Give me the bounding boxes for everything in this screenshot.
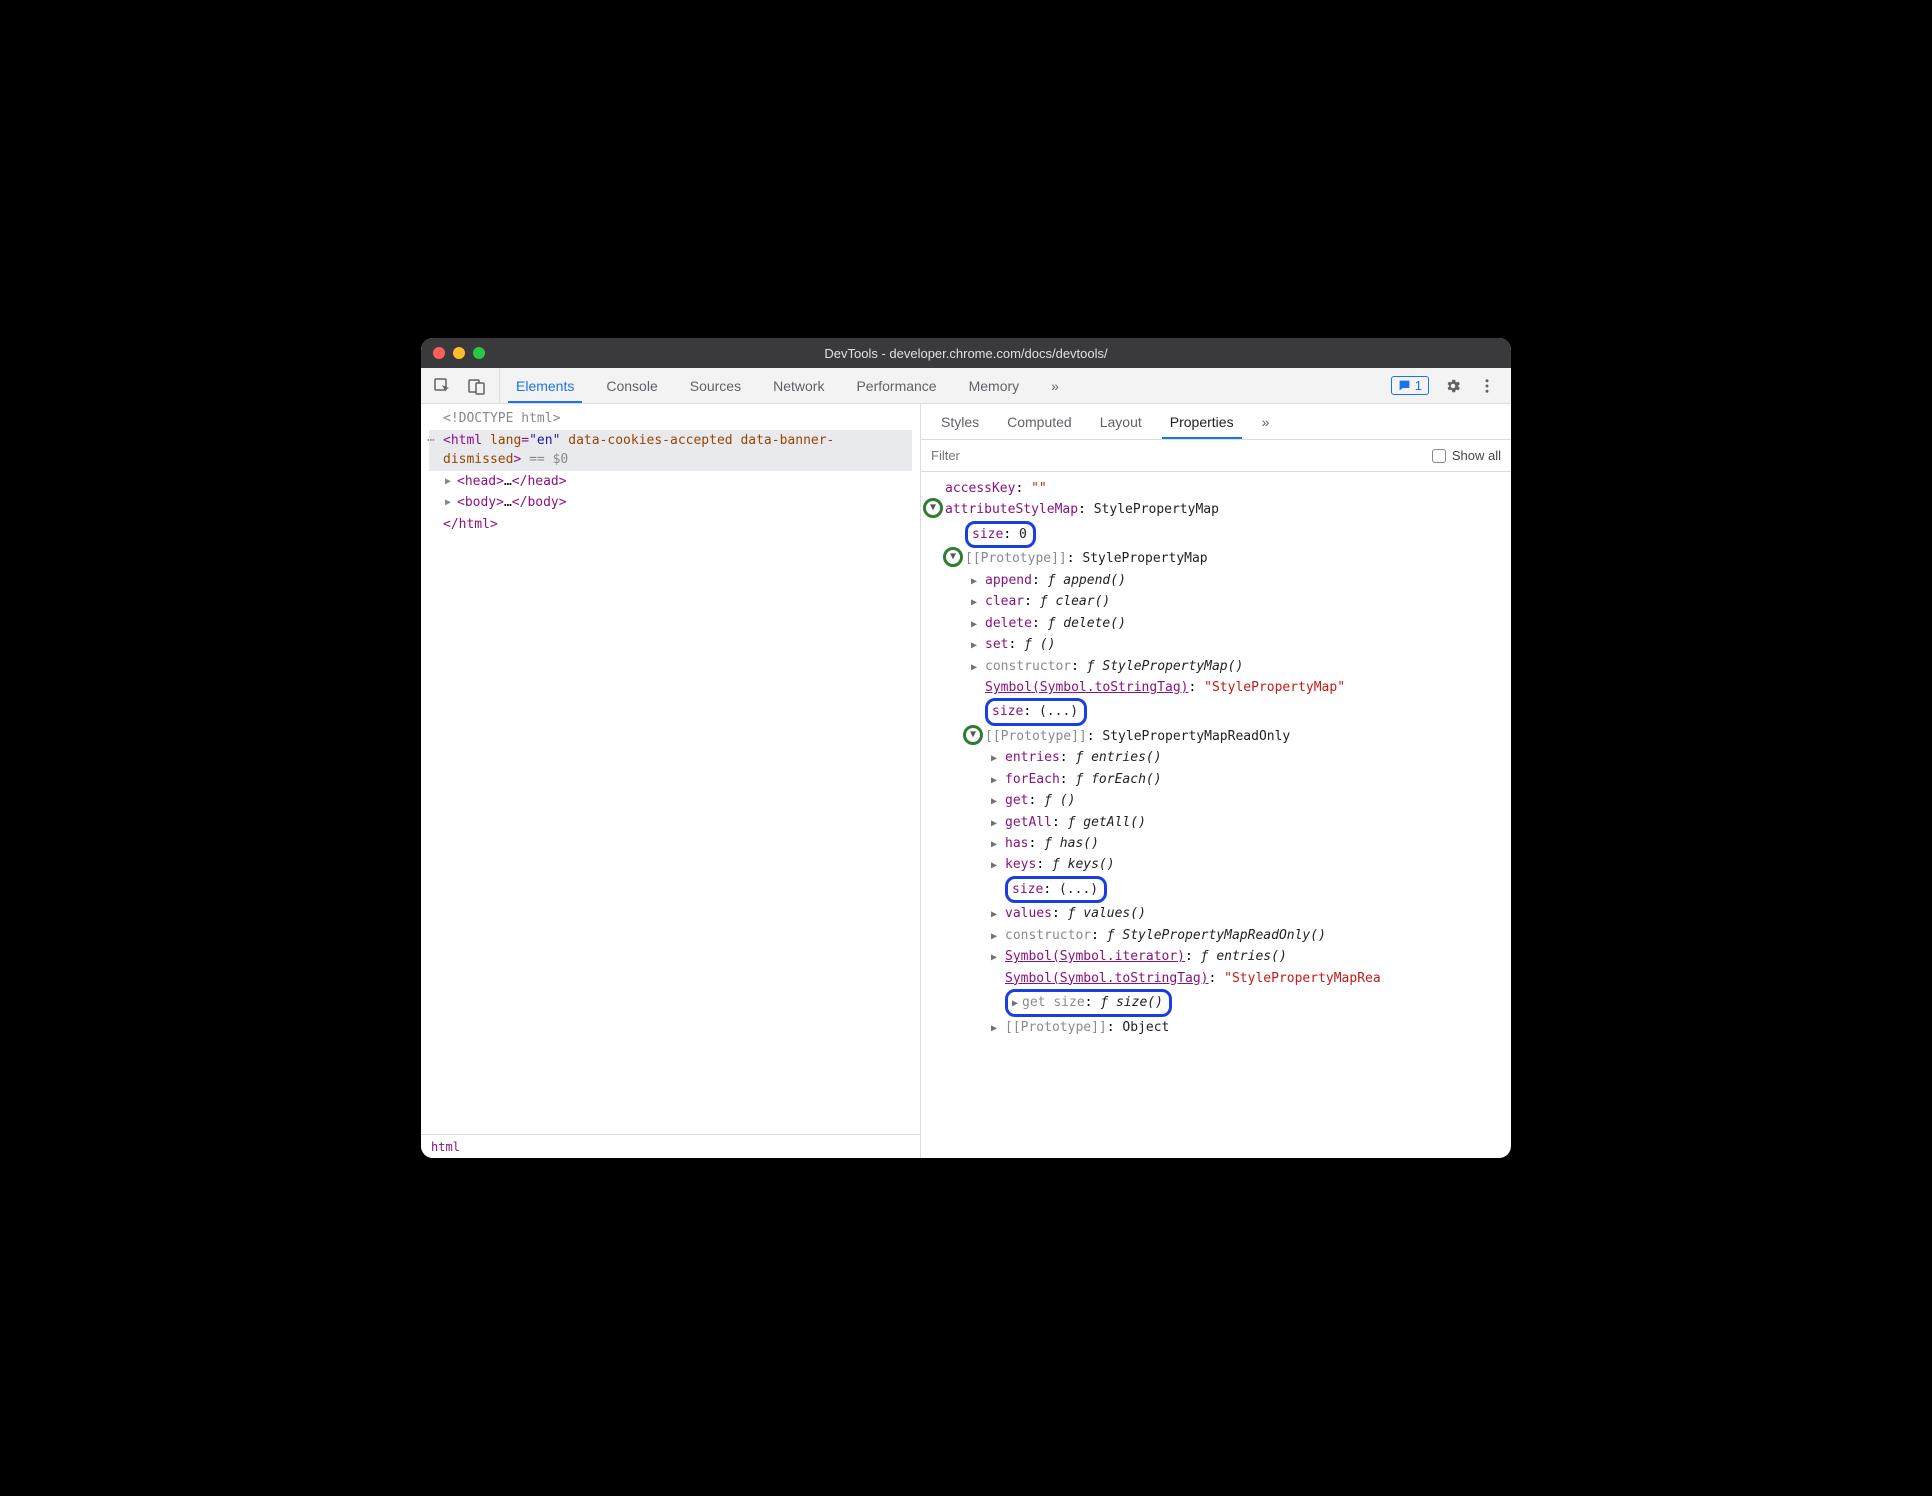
prop-symbol-tostring-2[interactable]: Symbol(Symbol.toStringTag): "StyleProper… bbox=[925, 968, 1507, 989]
highlight-box: ▶get size: ƒ size() bbox=[1005, 989, 1172, 1016]
tab-console[interactable]: Console bbox=[590, 368, 673, 403]
prop-entries[interactable]: ▶entries: ƒ entries() bbox=[925, 747, 1507, 768]
issues-badge[interactable]: 1 bbox=[1391, 376, 1429, 395]
prop-symbol-tostring-1[interactable]: Symbol(Symbol.toStringTag): "StyleProper… bbox=[925, 677, 1507, 698]
titlebar: DevTools - developer.chrome.com/docs/dev… bbox=[421, 338, 1511, 368]
tab-network[interactable]: Network bbox=[757, 368, 840, 403]
html-close-line[interactable]: </html> bbox=[429, 514, 912, 536]
show-all-label: Show all bbox=[1452, 448, 1501, 463]
prop-prototype-2[interactable]: ▼[[Prototype]]: StylePropertyMapReadOnly bbox=[925, 726, 1507, 747]
show-all-toggle[interactable]: Show all bbox=[1432, 448, 1501, 463]
main-toolbar: Elements Console Sources Network Perform… bbox=[421, 368, 1511, 404]
tab-memory[interactable]: Memory bbox=[953, 368, 1036, 403]
side-tab-more[interactable]: » bbox=[1248, 404, 1284, 439]
prop-clear[interactable]: ▶clear: ƒ clear() bbox=[925, 591, 1507, 612]
prop-prototype-1[interactable]: ▼[[Prototype]]: StylePropertyMap bbox=[925, 548, 1507, 569]
prop-constructor-2[interactable]: ▶constructor: ƒ StylePropertyMapReadOnly… bbox=[925, 925, 1507, 946]
highlight-box: size: 0 bbox=[965, 521, 1036, 548]
properties-tree[interactable]: accessKey: "" ▼attributeStyleMap: StyleP… bbox=[921, 472, 1511, 1158]
prop-append[interactable]: ▶append: ƒ append() bbox=[925, 570, 1507, 591]
prop-has[interactable]: ▶has: ƒ has() bbox=[925, 833, 1507, 854]
prop-accesskey[interactable]: accessKey: "" bbox=[925, 478, 1507, 499]
filter-bar: Show all bbox=[921, 440, 1511, 472]
window-title: DevTools - developer.chrome.com/docs/dev… bbox=[421, 346, 1511, 361]
prop-keys[interactable]: ▶keys: ƒ keys() bbox=[925, 854, 1507, 875]
prop-size-ellipsis-1[interactable]: size: (...) bbox=[925, 698, 1507, 725]
tab-sources[interactable]: Sources bbox=[674, 368, 757, 403]
prop-get[interactable]: ▶get: ƒ () bbox=[925, 790, 1507, 811]
prop-size-0[interactable]: size: 0 bbox=[925, 521, 1507, 548]
kebab-icon[interactable] bbox=[1477, 376, 1497, 396]
prop-size-ellipsis-2[interactable]: size: (...) bbox=[925, 876, 1507, 903]
side-tab-styles[interactable]: Styles bbox=[927, 404, 993, 439]
prop-get-size[interactable]: ▶get size: ƒ size() bbox=[925, 989, 1507, 1016]
traffic-lights bbox=[433, 347, 485, 359]
prop-values[interactable]: ▶values: ƒ values() bbox=[925, 903, 1507, 924]
html-open-line[interactable]: <html lang="en" data-cookies-accepted da… bbox=[429, 430, 912, 471]
breadcrumb[interactable]: html bbox=[421, 1134, 920, 1158]
prop-foreach[interactable]: ▶forEach: ƒ forEach() bbox=[925, 769, 1507, 790]
sidebar-pane: Styles Computed Layout Properties » Show… bbox=[921, 404, 1511, 1158]
minimize-button[interactable] bbox=[453, 347, 465, 359]
tab-performance[interactable]: Performance bbox=[840, 368, 952, 403]
prop-delete[interactable]: ▶delete: ƒ delete() bbox=[925, 613, 1507, 634]
content-area: <!DOCTYPE html> <html lang="en" data-coo… bbox=[421, 404, 1511, 1158]
settings-icon[interactable] bbox=[1443, 376, 1463, 396]
expand-marker-icon: ▼ bbox=[963, 725, 983, 745]
tab-elements[interactable]: Elements bbox=[500, 368, 590, 403]
zoom-button[interactable] bbox=[473, 347, 485, 359]
prop-symbol-iterator[interactable]: ▶Symbol(Symbol.iterator): ƒ entries() bbox=[925, 946, 1507, 967]
body-line[interactable]: ▶<body>…</body> bbox=[429, 492, 912, 514]
elements-pane: <!DOCTYPE html> <html lang="en" data-coo… bbox=[421, 404, 921, 1158]
prop-prototype-3[interactable]: ▶[[Prototype]]: Object bbox=[925, 1017, 1507, 1038]
doctype-line[interactable]: <!DOCTYPE html> bbox=[429, 408, 912, 430]
side-tab-computed[interactable]: Computed bbox=[993, 404, 1086, 439]
highlight-box: size: (...) bbox=[985, 698, 1087, 725]
expand-marker-icon: ▼ bbox=[943, 547, 963, 567]
dom-tree[interactable]: <!DOCTYPE html> <html lang="en" data-coo… bbox=[421, 404, 920, 1134]
device-toggle-icon[interactable] bbox=[467, 376, 487, 396]
expand-marker-icon: ▼ bbox=[923, 498, 943, 518]
close-button[interactable] bbox=[433, 347, 445, 359]
prop-set[interactable]: ▶set: ƒ () bbox=[925, 634, 1507, 655]
tab-more[interactable]: » bbox=[1035, 368, 1075, 403]
side-tab-properties[interactable]: Properties bbox=[1156, 404, 1248, 439]
prop-attributestylemap[interactable]: ▼attributeStyleMap: StylePropertyMap bbox=[925, 499, 1507, 520]
toolbar-right: 1 bbox=[1377, 368, 1511, 403]
head-line[interactable]: ▶<head>…</head> bbox=[429, 471, 912, 493]
side-tabs: Styles Computed Layout Properties » bbox=[921, 404, 1511, 440]
devtools-window: DevTools - developer.chrome.com/docs/dev… bbox=[421, 338, 1511, 1158]
filter-input[interactable] bbox=[931, 448, 1422, 463]
main-tabs: Elements Console Sources Network Perform… bbox=[500, 368, 1377, 403]
highlight-box: size: (...) bbox=[1005, 876, 1107, 903]
issues-count: 1 bbox=[1415, 378, 1422, 393]
prop-constructor-1[interactable]: ▶constructor: ƒ StylePropertyMap() bbox=[925, 656, 1507, 677]
show-all-checkbox[interactable] bbox=[1432, 449, 1446, 463]
side-tab-layout[interactable]: Layout bbox=[1086, 404, 1156, 439]
inspect-icon[interactable] bbox=[433, 376, 453, 396]
tool-icons bbox=[421, 368, 500, 403]
prop-getall[interactable]: ▶getAll: ƒ getAll() bbox=[925, 812, 1507, 833]
